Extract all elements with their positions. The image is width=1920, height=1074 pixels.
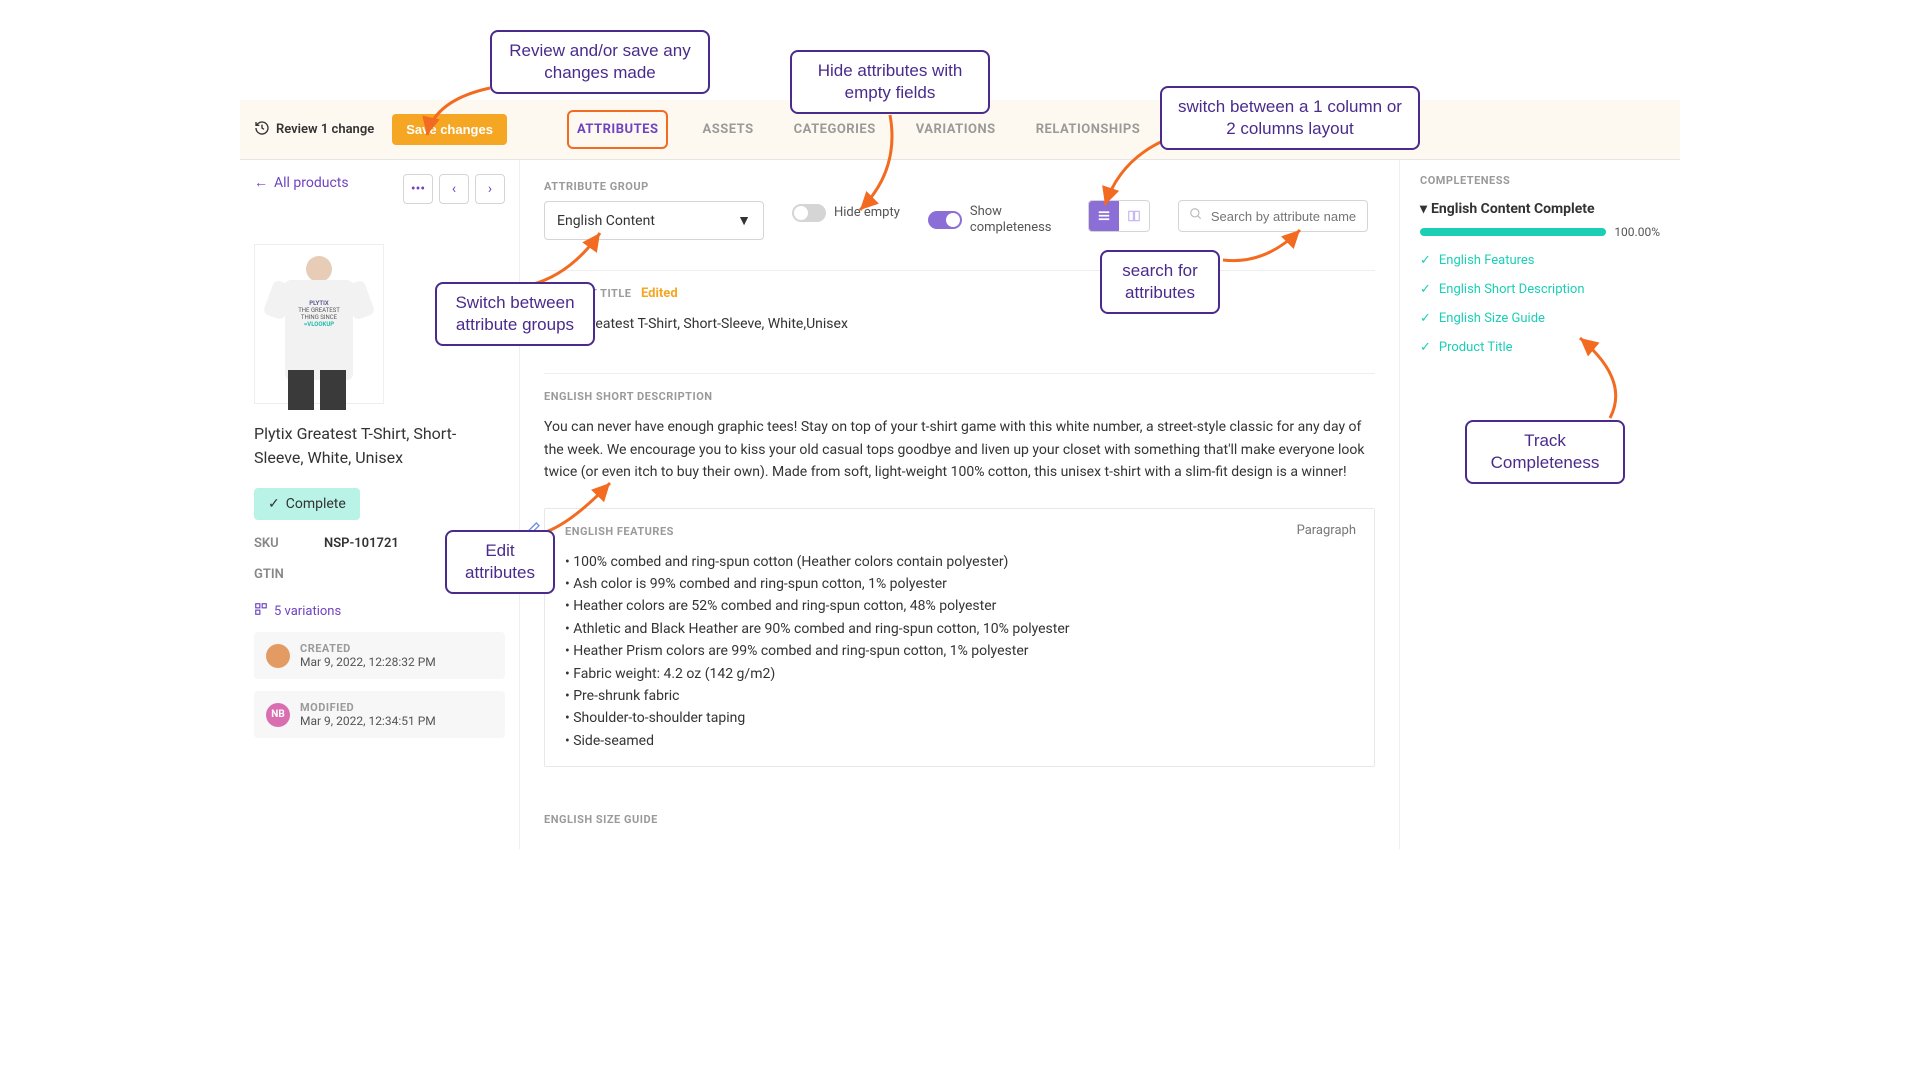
completeness-item[interactable]: ✓ English Features: [1420, 253, 1660, 268]
completeness-item-label: English Short Description: [1439, 282, 1585, 297]
next-button[interactable]: ›: [475, 174, 505, 204]
layout-2col-button[interactable]: [1119, 201, 1149, 231]
review-changes-label: Review 1 change: [276, 122, 374, 137]
completeness-percent: 100.00%: [1614, 225, 1660, 239]
completeness-title[interactable]: ▾ English Content Complete: [1420, 201, 1660, 217]
feature-item: Side-seamed: [565, 730, 1354, 752]
callout-layout: switch between a 1 column or 2 columns l…: [1160, 86, 1420, 150]
created-box: CREATED Mar 9, 2022, 12:28:32 PM: [254, 632, 505, 679]
attr-group-select[interactable]: English Content ▼: [544, 201, 764, 240]
tab-variations[interactable]: VARIATIONS: [910, 110, 1002, 149]
product-title: Plytix Greatest T-Shirt, Short-Sleeve, W…: [254, 422, 505, 470]
callout-edit: Edit attributes: [445, 530, 555, 594]
completeness-bar: [1420, 228, 1606, 236]
modified-box: NB MODIFIED Mar 9, 2022, 12:34:51 PM: [254, 691, 505, 738]
feature-item: Heather colors are 52% combed and ring-s…: [565, 595, 1354, 617]
gtin-label: GTIN: [254, 567, 304, 582]
short-desc-value[interactable]: You can never have enough graphic tees! …: [544, 416, 1375, 483]
check-icon: ✓: [268, 496, 280, 512]
completeness-heading: COMPLETENESS: [1420, 174, 1660, 187]
modified-value: Mar 9, 2022, 12:34:51 PM: [300, 714, 436, 728]
completeness-item-label: English Features: [1439, 253, 1535, 268]
feature-item: Fabric weight: 4.2 oz (142 g/m2): [565, 663, 1354, 685]
check-icon: ✓: [1420, 253, 1431, 268]
layout-switch: [1088, 200, 1150, 232]
callout-hide: Hide attributes with empty fields: [790, 50, 990, 114]
feature-item: Athletic and Black Heather are 90% combe…: [565, 618, 1354, 640]
all-products-link[interactable]: ← All products: [254, 174, 349, 191]
review-changes-link[interactable]: Review 1 change: [254, 120, 374, 140]
callout-group: Switch between attribute groups: [435, 282, 595, 346]
attr-group-value: English Content: [557, 213, 655, 229]
check-icon: ✓: [1420, 282, 1431, 297]
features-list: 100% combed and ring-spun cotton (Heathe…: [565, 551, 1354, 753]
layout-1col-button[interactable]: [1089, 201, 1119, 231]
shirt-print-2: THE GREATEST THING SINCE: [292, 307, 346, 321]
short-desc-label: ENGLISH SHORT DESCRIPTION: [544, 390, 713, 403]
more-button[interactable]: •••: [403, 174, 433, 204]
shirt-print-3: =VLOOKUP: [292, 321, 346, 328]
tab-relationships[interactable]: RELATIONSHIPS: [1030, 110, 1147, 149]
check-icon: ✓: [1420, 311, 1431, 326]
variations-link[interactable]: 5 variations: [254, 602, 341, 620]
created-label: CREATED: [300, 642, 436, 655]
shirt-print-1: PLYTIX: [292, 300, 346, 307]
completeness-item-label: English Size Guide: [1439, 311, 1545, 326]
caret-down-icon: ▾: [1420, 201, 1427, 217]
sku-label: SKU: [254, 536, 304, 551]
variations-label: 5 variations: [274, 604, 341, 619]
check-icon: ✓: [1420, 340, 1431, 355]
size-guide-label: ENGLISH SIZE GUIDE: [544, 813, 658, 826]
variations-icon: [254, 602, 268, 620]
tab-attributes[interactable]: ATTRIBUTES: [567, 110, 669, 149]
save-button[interactable]: Save changes: [392, 114, 507, 145]
product-title-attr-value[interactable]: Plytix Greatest T-Shirt, Short-Sleeve, W…: [544, 313, 1375, 335]
modified-label: MODIFIED: [300, 701, 436, 714]
prev-button[interactable]: ‹: [439, 174, 469, 204]
sidebar-left: ← All products ••• ‹ › PLYTIX THE GREATE…: [240, 160, 520, 849]
feature-item: Pre-shrunk fabric: [565, 685, 1354, 707]
callout-search: search for attributes: [1100, 250, 1220, 314]
sku-value: NSP-101721: [324, 536, 399, 551]
tabs: ATTRIBUTES ASSETS CATEGORIES VARIATIONS …: [567, 110, 1146, 149]
complete-label: Complete: [286, 496, 346, 512]
tab-categories[interactable]: CATEGORIES: [788, 110, 882, 149]
avatar-modifier: NB: [266, 703, 290, 727]
feature-item: 100% combed and ring-spun cotton (Heathe…: [565, 551, 1354, 573]
all-products-label: All products: [274, 175, 349, 191]
completeness-item[interactable]: ✓ Product Title: [1420, 340, 1660, 355]
feature-item: Shoulder-to-shoulder taping: [565, 707, 1354, 729]
complete-badge: ✓ Complete: [254, 488, 360, 520]
show-completeness-label: Show completeness: [970, 204, 1060, 235]
sidebar-right: COMPLETENESS ▾ English Content Complete …: [1400, 160, 1680, 849]
search-icon: [1189, 207, 1203, 225]
attr-group-label: ATTRIBUTE GROUP: [544, 180, 764, 193]
callout-review: Review and/or save any changes made: [490, 30, 710, 94]
completeness-item[interactable]: ✓ English Short Description: [1420, 282, 1660, 297]
tab-assets[interactable]: ASSETS: [696, 110, 759, 149]
avatar-creator: [266, 644, 290, 668]
search-input[interactable]: [1211, 209, 1357, 224]
callout-track: Track Completeness: [1465, 420, 1625, 484]
features-label: ENGLISH FEATURES: [565, 525, 674, 538]
attribute-search[interactable]: [1178, 200, 1368, 232]
completeness-item-label: Product Title: [1439, 340, 1513, 355]
feature-item: Heather Prism colors are 99% combed and …: [565, 640, 1354, 662]
created-value: Mar 9, 2022, 12:28:32 PM: [300, 655, 436, 669]
hide-empty-toggle[interactable]: [792, 204, 826, 222]
tshirt-illustration: PLYTIX THE GREATEST THING SINCE =VLOOKUP: [264, 252, 374, 397]
history-icon: [254, 120, 270, 140]
center-panel: ATTRIBUTE GROUP English Content ▼ Hide e…: [520, 160, 1400, 849]
edited-tag: Edited: [641, 286, 678, 301]
feature-item: Ash color is 99% combed and ring-spun co…: [565, 573, 1354, 595]
completeness-title-text: English Content Complete: [1431, 201, 1595, 217]
completeness-item[interactable]: ✓ English Size Guide: [1420, 311, 1660, 326]
features-type-label: Paragraph: [1297, 523, 1356, 538]
product-image[interactable]: PLYTIX THE GREATEST THING SINCE =VLOOKUP: [254, 244, 384, 404]
chevron-down-icon: ▼: [737, 212, 751, 229]
arrow-left-icon: ←: [254, 174, 268, 191]
hide-empty-label: Hide empty: [834, 205, 900, 221]
features-box[interactable]: ENGLISH FEATURES Paragraph 100% combed a…: [544, 508, 1375, 768]
show-completeness-toggle[interactable]: [928, 211, 962, 229]
